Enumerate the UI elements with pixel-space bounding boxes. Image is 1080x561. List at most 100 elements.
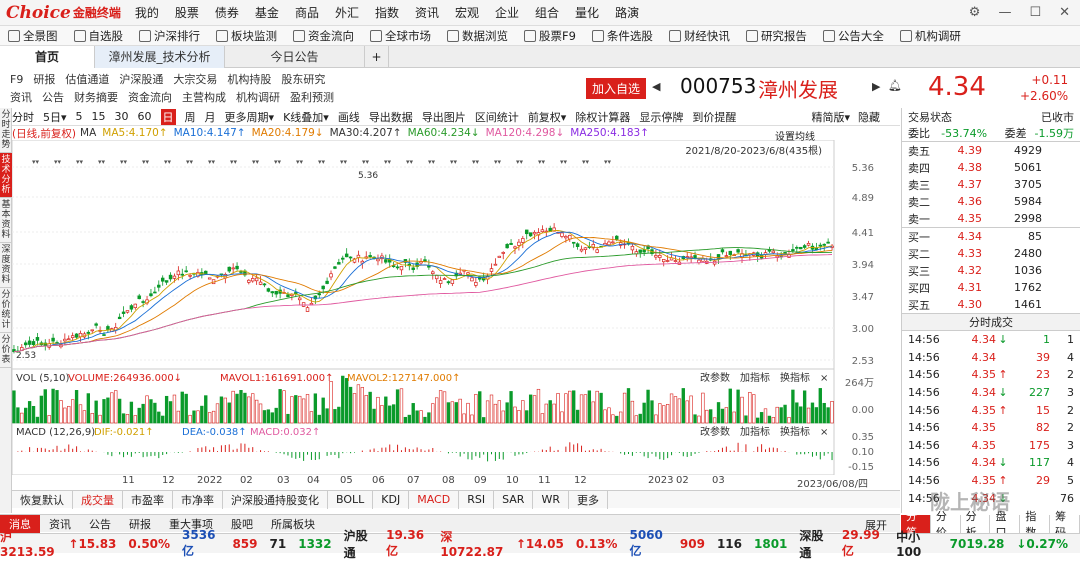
menu-item[interactable]: 外汇 (335, 4, 359, 21)
alert-bell-icon[interactable]: 🔔︎ (888, 79, 902, 92)
menu-item[interactable]: 资讯 (415, 4, 439, 21)
tab-technical-analysis[interactable]: 漳州发展_技术分析 (95, 45, 225, 68)
macd-action[interactable]: 加指标 (740, 425, 770, 438)
quick-link[interactable]: 股东研究 (281, 71, 325, 87)
set-ma-button[interactable]: 设置均线 (775, 128, 815, 143)
period-option[interactable]: K线叠加▾ (283, 109, 329, 125)
toolbar-item[interactable]: 财经快讯 (668, 28, 730, 44)
toolbar-item[interactable]: 股票F9 (524, 28, 576, 44)
hide-button[interactable]: 隐藏 (858, 109, 880, 125)
prev-stock-icon[interactable]: ◀ (652, 80, 660, 93)
menu-item[interactable]: 债券 (215, 4, 239, 21)
toolbar-item[interactable]: 全球市场 (370, 28, 431, 44)
macd-action[interactable]: 换指标 (780, 425, 810, 438)
quote-tab[interactable]: 指数 (1020, 510, 1051, 539)
period-option[interactable]: 导出图片 (422, 109, 466, 125)
indicator-tab[interactable]: KDJ (373, 490, 410, 509)
vol-action[interactable]: 加指标 (740, 371, 770, 384)
sh-index[interactable]: 沪3213.59 (0, 528, 56, 559)
period-option[interactable]: 5 (76, 110, 83, 123)
quick-link[interactable]: 盈利预测 (290, 89, 334, 105)
period-option[interactable]: 日 (160, 108, 176, 125)
add-tab-button[interactable]: + (365, 45, 389, 68)
period-option[interactable]: 5日▾ (43, 109, 67, 125)
left-tab[interactable]: 分价表 (0, 333, 12, 368)
quick-link[interactable]: 机构调研 (236, 89, 280, 105)
news-tab[interactable]: 研报 (120, 515, 160, 533)
toolbar-item[interactable]: 机构调研 (899, 28, 961, 44)
menu-item[interactable]: 宏观 (455, 4, 479, 21)
toolbar-item[interactable]: 板块监测 (216, 28, 277, 44)
toolbar-item[interactable]: 资金流向 (293, 28, 354, 44)
toolbar-item[interactable]: 条件选股 (591, 28, 653, 44)
macd-action[interactable]: 改参数 (700, 425, 730, 438)
period-option[interactable]: 周 (185, 109, 196, 125)
toolbar-item[interactable]: 数据浏览 (447, 28, 508, 44)
indicator-tab[interactable]: 成交量 (73, 490, 123, 509)
menu-item[interactable]: 基金 (255, 4, 279, 21)
quote-tab[interactable]: 分析 (961, 510, 991, 539)
kline-chart[interactable]: 5.36 4.89 4.41 3.94 3.47 3.00 2.53 2021/8/20-20… (12, 140, 900, 475)
vol-action[interactable]: 换指标 (780, 371, 810, 384)
period-option[interactable]: 前复权▾ (528, 109, 567, 125)
quick-link[interactable]: F9 (10, 73, 23, 86)
compact-mode-button[interactable]: 精简版▾ (811, 109, 850, 125)
news-tab[interactable]: 公告 (80, 515, 120, 533)
menu-item[interactable]: 量化 (575, 4, 599, 21)
macd-action[interactable]: × (820, 427, 828, 438)
indicator-tab[interactable]: WR (533, 490, 569, 509)
indicator-tab[interactable]: SAR (494, 490, 534, 509)
period-option[interactable]: 分时 (12, 109, 34, 125)
period-option[interactable]: 月 (205, 109, 216, 125)
period-option[interactable]: 更多周期▾ (225, 109, 275, 125)
vol-action[interactable]: 改参数 (700, 371, 730, 384)
indicator-tab[interactable]: 市盈率 (123, 490, 173, 509)
menu-item[interactable]: 组合 (535, 4, 559, 21)
indicator-tab[interactable]: MACD (409, 490, 460, 509)
left-tab[interactable]: 基本资料 (0, 198, 12, 243)
left-tab[interactable]: 深度资料 (0, 243, 12, 288)
period-option[interactable]: 15 (92, 110, 106, 123)
toolbar-item[interactable]: 全景图 (8, 28, 58, 44)
settings-icon[interactable]: ⚙ (969, 5, 981, 20)
left-tab[interactable]: 技术分析 (0, 153, 12, 198)
quick-link[interactable]: 资金流向 (128, 89, 172, 105)
news-tab[interactable]: 所属板块 (262, 515, 324, 533)
quick-link[interactable]: 公告 (42, 89, 64, 105)
period-option[interactable]: 显示停牌 (639, 109, 683, 125)
indicator-tab[interactable]: 更多 (569, 490, 608, 509)
quick-link[interactable]: 沪深股通 (119, 71, 163, 87)
quick-link[interactable]: 资讯 (10, 89, 32, 105)
left-tab[interactable]: 分时走势 (0, 108, 12, 153)
menu-item[interactable]: 路演 (615, 4, 639, 21)
menu-item[interactable]: 指数 (375, 4, 399, 21)
toolbar-item[interactable]: 公告大全 (822, 28, 884, 44)
indicator-tab[interactable]: RSI (459, 490, 495, 509)
quick-link[interactable]: 主营构成 (182, 89, 226, 105)
close-icon[interactable]: ✕ (1059, 5, 1070, 20)
toolbar-item[interactable]: 研究报告 (745, 28, 807, 44)
period-option[interactable]: 30 (115, 110, 129, 123)
add-watchlist-button[interactable]: 加入自选 (586, 78, 647, 99)
period-option[interactable]: 除权计算器 (575, 109, 630, 125)
left-tab[interactable]: 分价统计 (0, 288, 12, 333)
indicator-tab[interactable]: BOLL (328, 490, 374, 509)
news-tab[interactable]: 股吧 (222, 515, 262, 533)
vol-action[interactable]: × (820, 373, 828, 384)
quick-link[interactable]: 研报 (33, 71, 55, 87)
sz-index[interactable]: 深10722.87 (440, 528, 503, 559)
period-option[interactable]: 60 (138, 110, 152, 123)
quick-link[interactable]: 机构持股 (227, 71, 271, 87)
quick-link[interactable]: 财务摘要 (74, 89, 118, 105)
quote-tab[interactable]: 盘口 (990, 510, 1021, 539)
restore-icon[interactable]: ☐ (1029, 5, 1041, 20)
menu-item[interactable]: 我的 (135, 4, 159, 21)
period-option[interactable]: 导出数据 (369, 109, 413, 125)
tab-today-announcements[interactable]: 今日公告 (225, 45, 365, 68)
indicator-tab[interactable]: 沪深股通持股变化 (223, 490, 328, 509)
quick-link[interactable]: 大宗交易 (173, 71, 217, 87)
period-option[interactable]: 到价提醒 (692, 109, 736, 125)
next-stock-icon[interactable]: ▶ (872, 80, 880, 93)
period-option[interactable]: 画线 (338, 109, 360, 125)
menu-item[interactable]: 商品 (295, 4, 319, 21)
